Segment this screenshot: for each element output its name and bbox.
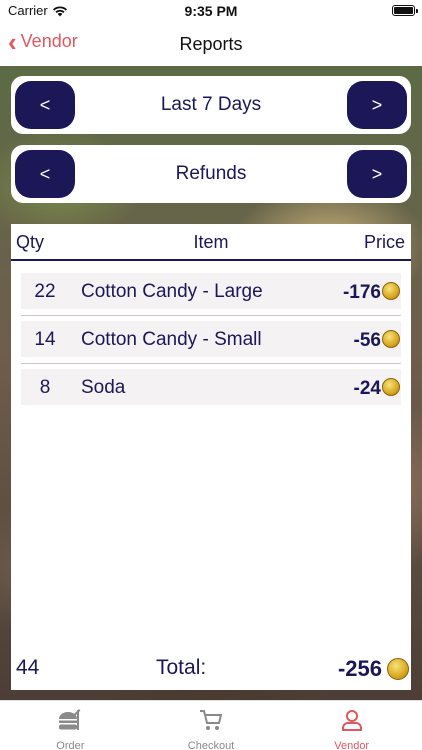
row-item-name: Cotton Candy - Small [81,329,262,350]
report-type-label: Refunds [175,163,247,184]
previous-report-type-button[interactable]: < [15,150,75,198]
row-price: -176 [342,282,381,303]
status-bar: Carrier 9:35 PM [0,0,422,22]
date-range-label: Last 7 Days [160,94,262,115]
table-row: 14 Cotton Candy - Small -56 [21,321,401,357]
coin-icon [382,282,400,300]
tab-vendor[interactable]: Vendor [281,701,422,750]
tab-order-label: Order [56,740,85,750]
price-column-header: Price [363,232,405,252]
tab-vendor-label: Vendor [334,740,370,750]
battery-icon [392,5,418,16]
total-price: -256 [337,656,382,681]
next-range-button[interactable]: > [347,81,407,129]
row-qty: 8 [39,377,51,398]
previous-range-button[interactable]: < [15,81,75,129]
row-item-name: Soda [81,377,126,398]
page-title: Reports [179,34,243,54]
item-column-header: Item [193,232,229,252]
row-item-name: Cotton Candy - Large [81,281,263,302]
row-qty: 14 [34,329,56,350]
coin-icon [382,330,400,348]
next-report-type-button[interactable]: > [347,150,407,198]
table-row: 8 Soda -24 [21,369,401,405]
row-divider [21,363,401,364]
navigation-bar: ‹ Vendor Reports [0,22,422,66]
coin-icon [387,658,409,680]
total-quantity: 44 [16,656,40,679]
row-price: -24 [353,378,381,399]
tab-checkout[interactable]: Checkout [141,701,282,750]
cart-icon [198,708,224,737]
report-table: Qty Item Price 22 Cotton Candy - Large -… [11,224,411,690]
person-icon [339,708,365,737]
status-time: 9:35 PM [184,3,238,19]
coin-icon [382,378,400,396]
tab-bar: Order Checkout Vendor [0,700,422,750]
report-type-selector: < Refunds > [11,145,411,203]
total-label: Total: [156,656,207,679]
tab-order[interactable]: Order [0,701,141,750]
table-header: Qty Item Price [11,224,411,261]
food-icon [57,708,83,737]
row-price: -56 [353,330,381,351]
row-divider [21,315,401,316]
row-qty: 22 [34,281,56,302]
tab-checkout-label: Checkout [187,740,235,750]
table-row: 22 Cotton Candy - Large -176 [21,273,401,309]
date-range-selector: < Last 7 Days > [11,76,411,134]
